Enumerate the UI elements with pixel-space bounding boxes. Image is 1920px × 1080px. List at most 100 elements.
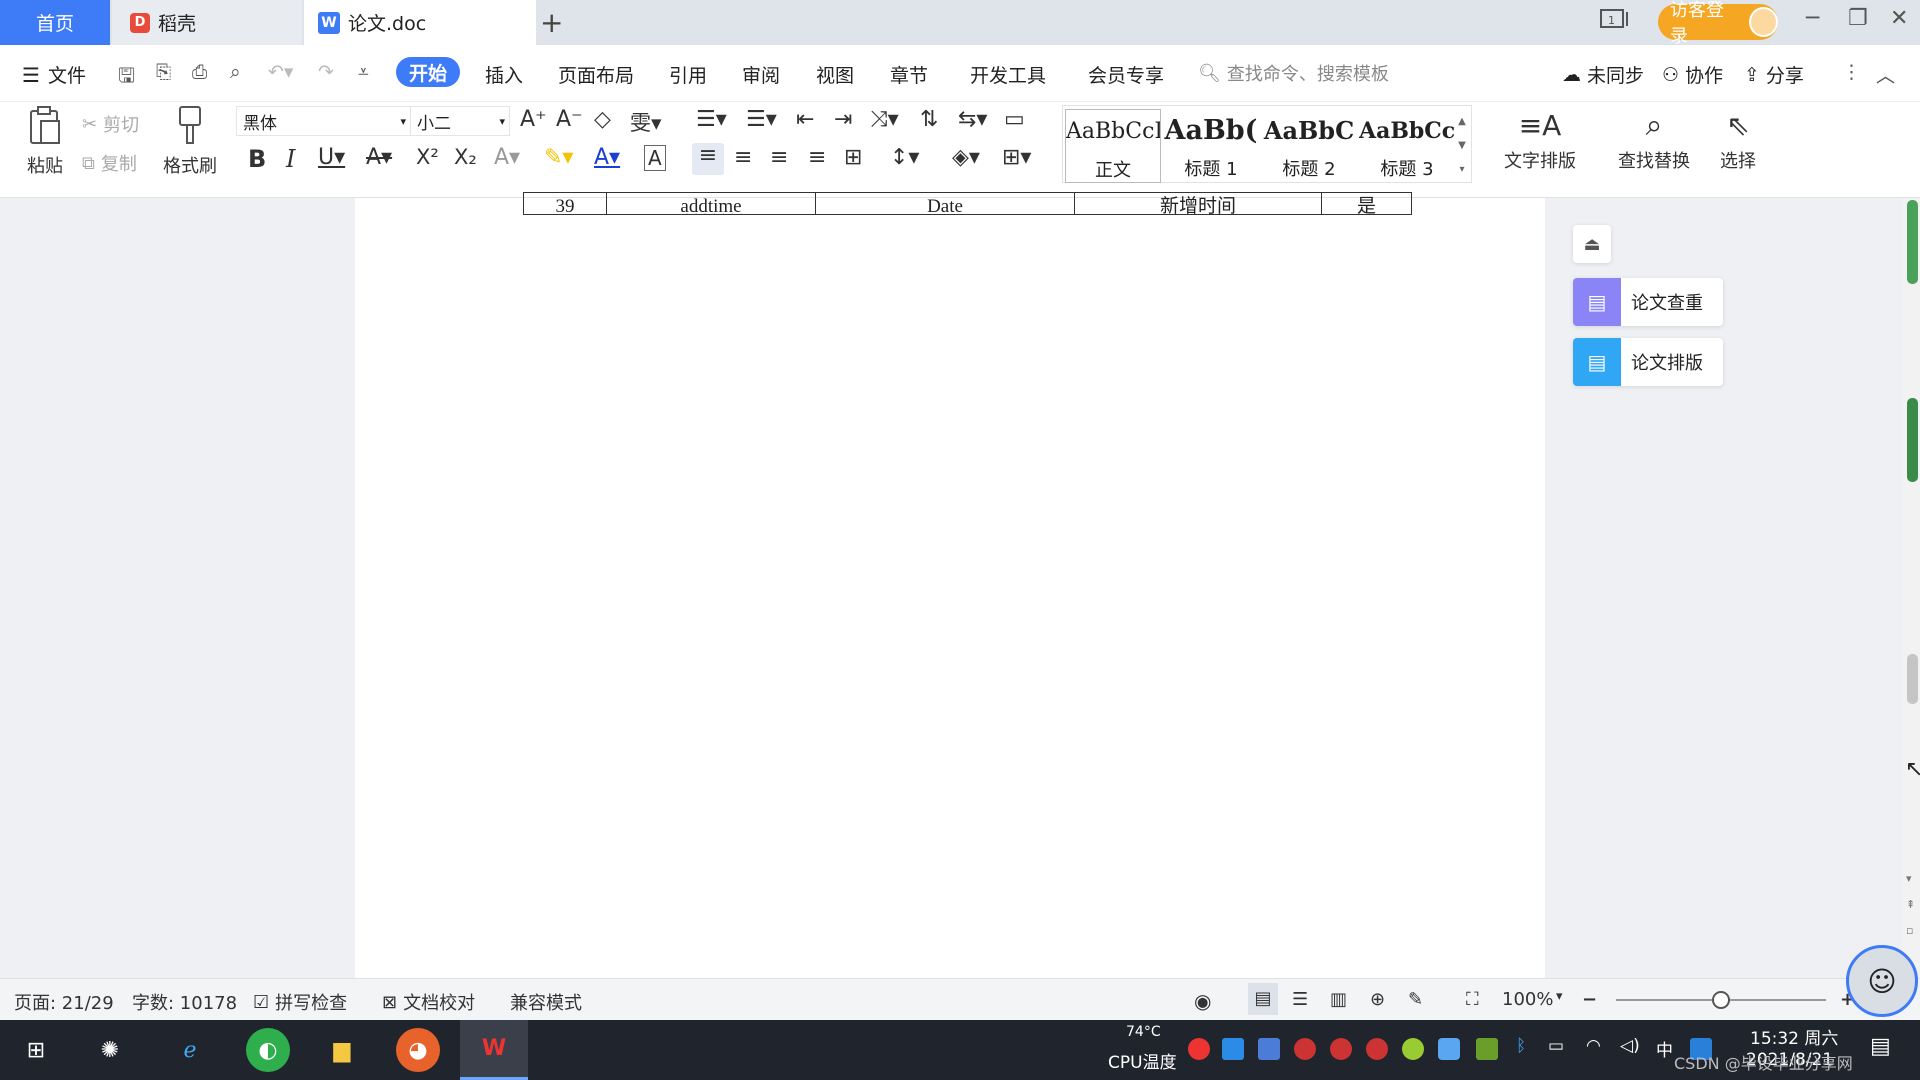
write-mode-icon[interactable]: ✎ — [1408, 989, 1423, 1010]
more-options-icon[interactable]: ⋮ — [1842, 61, 1861, 83]
vertical-scrollbar[interactable]: ▾ ⇞ ▫ — [1903, 198, 1920, 978]
strikethrough-icon[interactable]: A▾ — [366, 145, 392, 170]
undo-icon[interactable]: ↶▾ — [268, 61, 293, 83]
sort-icon[interactable]: ⇅ — [920, 107, 938, 132]
close-icon[interactable]: ✕ — [1890, 6, 1908, 31]
wps-taskbar-icon[interactable]: W — [460, 1020, 528, 1080]
align-center-icon[interactable]: ≡ — [734, 145, 752, 170]
ie-browser-icon[interactable]: ℯ — [168, 1028, 212, 1072]
spell-check-button[interactable]: ☑ 拼写检查 — [253, 989, 347, 1015]
grow-font-icon[interactable]: A⁺ — [520, 107, 547, 132]
decrease-indent-icon[interactable]: ⇤ — [796, 107, 814, 132]
font-size-select[interactable]: 小二 ▾ — [410, 106, 510, 136]
thesis-layout-button[interactable]: ▤ 论文排版 — [1573, 338, 1723, 386]
shrink-font-icon[interactable]: A⁻ — [556, 107, 583, 132]
line-spacing-toggle-icon[interactable]: ⇆▾ — [958, 107, 987, 132]
tab-start[interactable]: 开始 — [396, 57, 460, 87]
tray-app-icon[interactable] — [1222, 1038, 1244, 1060]
font-color-icon[interactable]: A▾ — [594, 145, 620, 170]
text-effect-icon[interactable]: A▾ — [494, 145, 520, 170]
collapse-ribbon-icon[interactable]: ︿ — [1876, 61, 1895, 88]
style-heading-3[interactable]: AaBbCcl 标题 3 — [1359, 109, 1455, 183]
save-icon[interactable]: 🖫 — [118, 61, 135, 95]
text-layout-button[interactable]: ≡A 文字排版 — [1490, 105, 1590, 173]
styles-scroll-icon[interactable]: ▲ ▼ ▾ — [1455, 110, 1469, 182]
notification-icon[interactable]: ▤ — [1870, 1034, 1891, 1059]
new-tab-button[interactable]: + — [540, 6, 563, 39]
distribute-icon[interactable]: ⊞ — [844, 145, 862, 170]
file-menu[interactable]: ☰ 文件 — [22, 61, 86, 88]
share-button[interactable]: ⇪ 分享 — [1744, 61, 1804, 88]
justify-icon[interactable]: ≡ — [808, 145, 826, 170]
style-heading-2[interactable]: AaBbC 标题 2 — [1261, 109, 1357, 183]
align-right-icon[interactable]: ≡ — [770, 145, 788, 170]
window-layout-icon[interactable]: 1 — [1600, 8, 1630, 36]
sync-status-button[interactable]: ☁ 未同步 — [1562, 61, 1644, 88]
find-replace-button[interactable]: ⌕ 查找替换 — [1604, 105, 1704, 173]
ime-indicator[interactable]: 中 — [1656, 1036, 1673, 1061]
minimize-icon[interactable]: ─ — [1806, 6, 1819, 31]
tab-page-layout[interactable]: 页面布局 — [558, 61, 634, 88]
tab-chapter[interactable]: 章节 — [890, 61, 928, 88]
fan-app-icon[interactable]: ✺ — [88, 1028, 132, 1072]
volume-icon[interactable]: ◁) — [1620, 1036, 1640, 1056]
restore-icon[interactable]: ❐ — [1848, 6, 1868, 31]
browser-360-icon[interactable]: ◐ — [246, 1028, 290, 1072]
page-view-icon[interactable]: ▤ — [1248, 983, 1278, 1015]
shading-icon[interactable]: ◈▾ — [952, 145, 980, 170]
phonetic-guide-icon[interactable]: 雯▾ — [630, 107, 662, 137]
zoom-slider-knob[interactable] — [1712, 991, 1730, 1009]
shield-icon[interactable] — [1258, 1038, 1280, 1060]
document-page[interactable]: 39 addtime Date 新增时间 是 — [355, 192, 1545, 978]
web-view-icon[interactable]: ⊕ — [1370, 989, 1385, 1010]
copy-button[interactable]: ⧉ 复制 — [82, 150, 137, 176]
app-mascot-icon[interactable]: ◕ — [396, 1028, 440, 1072]
outline-view-icon[interactable]: ☰ — [1292, 989, 1308, 1010]
print-icon[interactable]: ⎙ — [192, 61, 207, 83]
line-spacing-icon[interactable]: ↕▾ — [890, 145, 919, 170]
superscript-icon[interactable]: X² — [416, 145, 439, 169]
battery-icon[interactable]: ▭ — [1548, 1036, 1564, 1056]
tab-document[interactable]: W 论文.doc — [304, 0, 536, 45]
paste-button[interactable]: 粘贴 — [20, 105, 70, 178]
quick-access-more-icon[interactable]: ⩡ — [358, 61, 369, 83]
bullet-list-icon[interactable]: ☰▾ — [696, 107, 727, 132]
italic-icon[interactable]: I — [286, 145, 295, 173]
char-border-icon[interactable]: A — [644, 145, 666, 171]
nvidia-icon[interactable] — [1476, 1038, 1498, 1060]
qq-icon[interactable] — [1294, 1038, 1316, 1060]
eye-protect-icon[interactable]: ◉ — [1194, 989, 1211, 1013]
zoom-out-icon[interactable]: − — [1582, 989, 1597, 1010]
collaborate-button[interactable]: ⚇ 协作 — [1662, 61, 1723, 88]
word-count[interactable]: 字数: 10178 — [132, 989, 237, 1015]
assistant-robot-icon[interactable]: ☺ — [1846, 945, 1918, 1017]
file-explorer-icon[interactable]: ▆ — [320, 1028, 364, 1072]
style-normal[interactable]: AaBbCcI 正文 — [1065, 109, 1161, 183]
ruler-icon[interactable]: ▭ — [1004, 107, 1025, 132]
bold-icon[interactable]: B — [248, 145, 266, 173]
underline-icon[interactable]: U▾ — [318, 145, 345, 170]
wifi-icon[interactable]: ◠ — [1586, 1036, 1601, 1056]
redo-icon[interactable]: ↷ — [318, 61, 334, 83]
highlight-icon[interactable]: ✎▾ — [544, 145, 573, 170]
tab-home[interactable]: 首页 — [0, 0, 110, 45]
increase-indent-icon[interactable]: ⇥ — [834, 107, 852, 132]
print-preview-icon[interactable]: ⌕ — [230, 61, 241, 83]
page-indicator[interactable]: 页面: 21/29 — [14, 989, 114, 1015]
tab-view[interactable]: 视图 — [816, 61, 854, 88]
clock-time[interactable]: 15:32 周六 — [1750, 1024, 1838, 1049]
tab-daoke[interactable]: D 稻壳 — [112, 0, 302, 45]
tab-member[interactable]: 会员专享 — [1088, 61, 1164, 88]
tab-developer[interactable]: 开发工具 — [970, 61, 1046, 88]
tray-app-icon[interactable] — [1188, 1038, 1210, 1060]
format-painter-button[interactable]: 格式刷 — [162, 105, 218, 178]
style-heading-1[interactable]: AaBb( 标题 1 — [1163, 109, 1259, 183]
cut-button[interactable]: ✂ 剪切 — [82, 111, 139, 137]
subscript-icon[interactable]: X₂ — [454, 145, 477, 169]
read-view-icon[interactable]: ▥ — [1330, 989, 1347, 1010]
tab-references[interactable]: 引用 — [669, 61, 707, 88]
font-name-select[interactable]: 黑体 ▾ — [236, 106, 411, 136]
scrollbar-thumb[interactable] — [1907, 654, 1918, 704]
bluetooth-icon[interactable]: ᛒ — [1516, 1036, 1526, 1056]
select-button[interactable]: ⇖ 选择 — [1708, 105, 1768, 173]
